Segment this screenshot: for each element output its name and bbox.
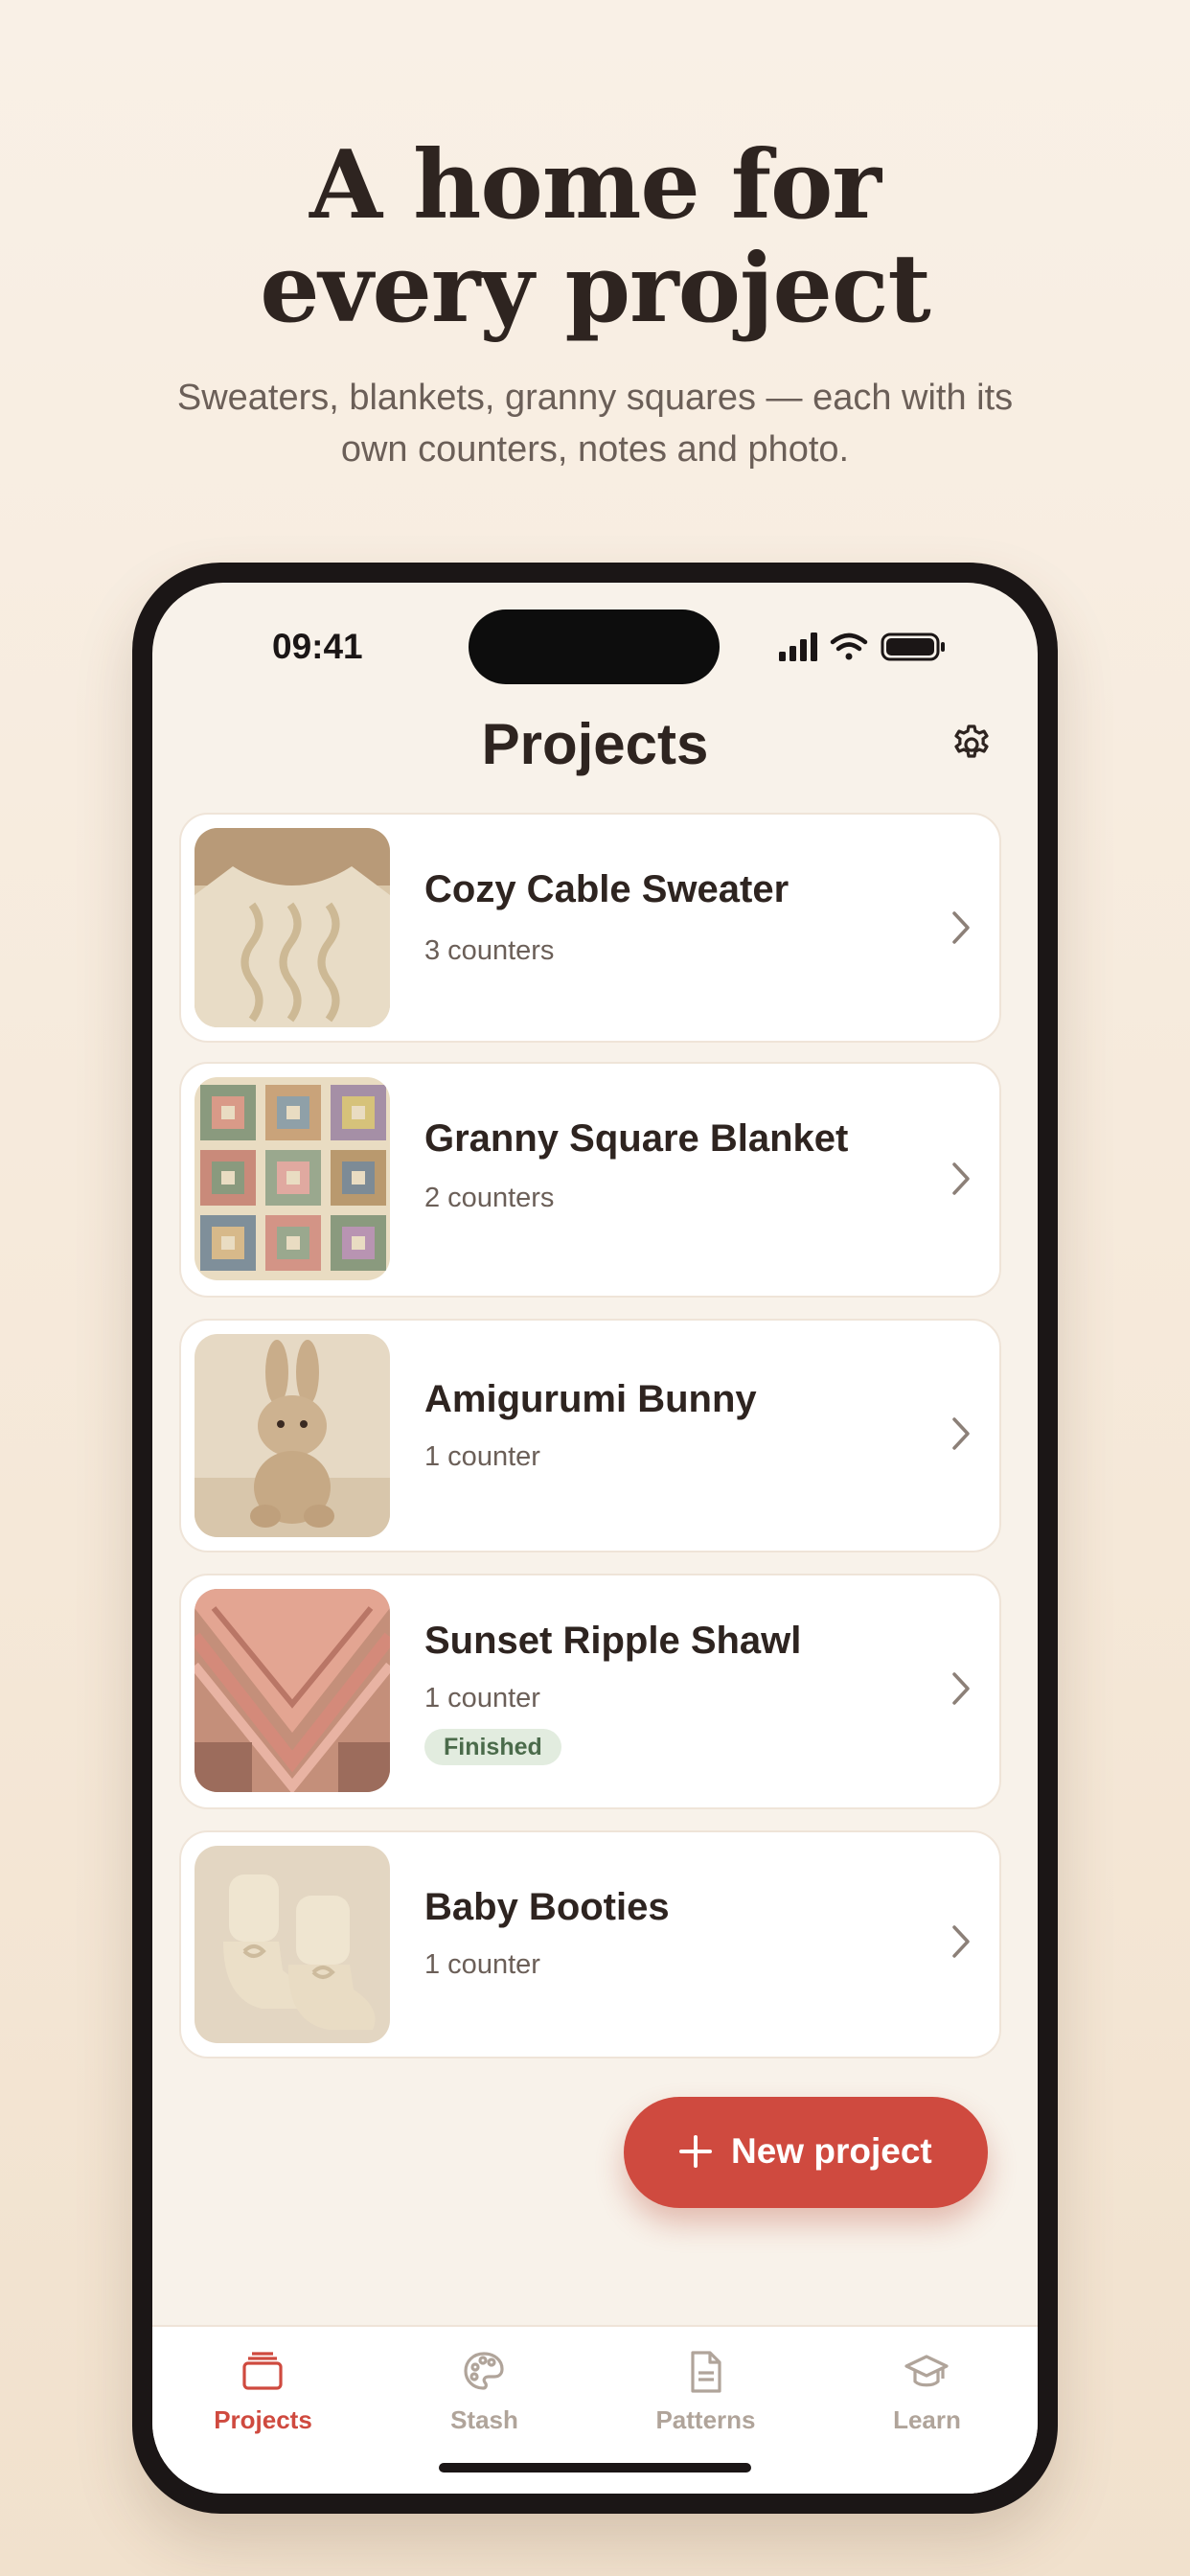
booties-photo bbox=[195, 1846, 390, 2043]
document-icon bbox=[691, 2351, 721, 2393]
project-card-baby-booties[interactable]: Baby Booties 1 counter bbox=[179, 1830, 1001, 2058]
sweater-photo bbox=[195, 828, 390, 1027]
tab-learn[interactable]: Learn bbox=[816, 2327, 1038, 2494]
tab-label: Learn bbox=[893, 2405, 961, 2434]
projects-icon bbox=[242, 2352, 283, 2390]
subhead-line-1: Sweaters, blankets, granny squares — eac… bbox=[176, 378, 1014, 418]
project-counters: 3 counters bbox=[424, 935, 555, 966]
tab-label: Patterns bbox=[655, 2405, 756, 2434]
headline-line-2: every project bbox=[260, 234, 931, 344]
tab-projects[interactable]: Projects bbox=[152, 2327, 374, 2494]
wifi-icon bbox=[830, 632, 868, 660]
cellular-signal-icon bbox=[779, 632, 817, 661]
project-card-cozy-cable-sweater[interactable]: Cozy Cable Sweater 3 counters bbox=[179, 813, 1001, 1043]
palette-icon bbox=[464, 2352, 504, 2390]
project-title: Baby Booties bbox=[424, 1886, 670, 1928]
project-title: Cozy Cable Sweater bbox=[424, 868, 790, 910]
project-card-amigurumi-bunny[interactable]: Amigurumi Bunny 1 counter bbox=[179, 1319, 1001, 1552]
chevron-right-icon bbox=[952, 1162, 970, 1195]
marketing-subhead: Sweaters, blankets, granny squares — eac… bbox=[96, 372, 1094, 475]
chevron-right-icon bbox=[952, 1417, 970, 1450]
project-counters: 1 counter bbox=[424, 1949, 540, 1980]
marketing-headline: A home for every project bbox=[0, 134, 1190, 341]
chevron-right-icon bbox=[952, 1925, 970, 1958]
page-title: Projects bbox=[481, 712, 709, 776]
bunny-photo bbox=[195, 1334, 390, 1537]
project-card-sunset-ripple-shawl[interactable]: Sunset Ripple Shawl 1 counter Finished bbox=[179, 1574, 1001, 1809]
shawl-photo bbox=[195, 1589, 390, 1792]
project-counters: 1 counter bbox=[424, 1441, 540, 1472]
home-indicator[interactable] bbox=[439, 2463, 751, 2472]
chevron-right-icon bbox=[952, 1672, 970, 1705]
new-project-button[interactable]: New project bbox=[624, 2097, 988, 2208]
project-title: Amigurumi Bunny bbox=[424, 1378, 757, 1420]
dynamic-island bbox=[469, 610, 720, 684]
project-counters: 1 counter bbox=[424, 1683, 540, 1714]
gear-icon[interactable] bbox=[950, 723, 994, 767]
status-icons bbox=[779, 632, 945, 661]
tab-label: Stash bbox=[450, 2405, 518, 2434]
project-title: Sunset Ripple Shawl bbox=[424, 1620, 802, 1662]
tab-label: Projects bbox=[214, 2405, 312, 2434]
chevron-right-icon bbox=[952, 911, 970, 944]
subhead-line-2: own counters, notes and photo. bbox=[340, 429, 850, 470]
status-badge-finished: Finished bbox=[424, 1729, 561, 1765]
battery-icon bbox=[881, 632, 945, 661]
headline-line-1: A home for bbox=[309, 130, 881, 241]
project-card-granny-square-blanket[interactable]: Granny Square Blanket 2 counters bbox=[179, 1062, 1001, 1298]
blanket-photo bbox=[195, 1077, 390, 1280]
project-title: Granny Square Blanket bbox=[424, 1117, 849, 1160]
new-project-label: New project bbox=[731, 2131, 932, 2171]
graduation-cap-icon bbox=[904, 2355, 949, 2387]
plus-icon bbox=[679, 2135, 712, 2168]
phone-screen: 09:41 Projects Cozy Cable Sweater 3 coun… bbox=[152, 583, 1038, 2494]
project-counters: 2 counters bbox=[424, 1183, 555, 1213]
status-time: 09:41 bbox=[272, 627, 363, 666]
